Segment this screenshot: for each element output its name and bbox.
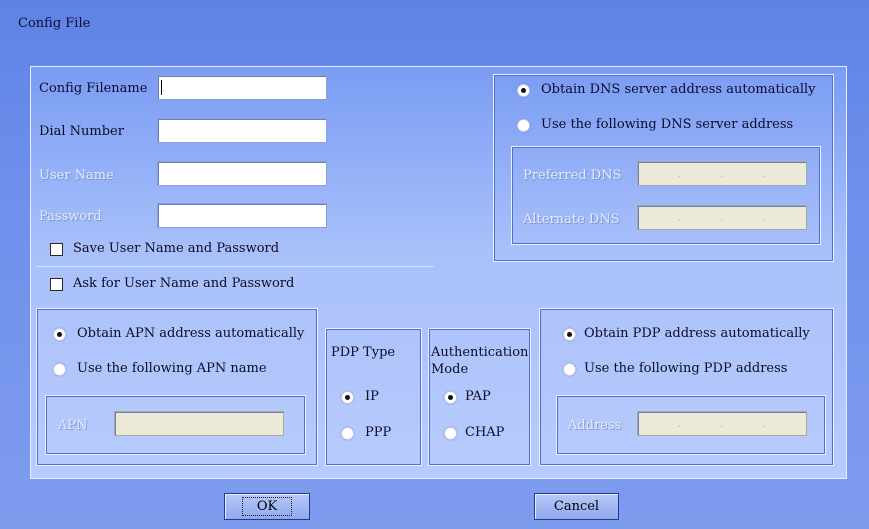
config-filename-label: Config Filename xyxy=(39,81,148,96)
ask-credentials-label: Ask for User Name and Password xyxy=(73,276,295,291)
user-name-label: User Name xyxy=(39,168,114,183)
pdp-type-ppp-label: PPP xyxy=(365,425,392,440)
password-input[interactable] xyxy=(157,203,327,228)
pdp-type-ppp-radio[interactable] xyxy=(341,427,354,440)
auth-pap-radio[interactable] xyxy=(444,391,457,404)
password-label: Password xyxy=(39,209,102,224)
auth-mode-title-line1: Authentication xyxy=(431,345,529,360)
cancel-button[interactable]: Cancel xyxy=(534,493,619,520)
save-credentials-checkbox[interactable] xyxy=(50,243,63,256)
ok-button[interactable]: OK xyxy=(224,493,310,520)
apn-manual-radio[interactable] xyxy=(53,363,66,376)
alternate-dns-label: Alternate DNS xyxy=(523,212,620,227)
dns-manual-radio[interactable] xyxy=(517,119,530,132)
window-title: Config File xyxy=(18,16,91,31)
apn-input[interactable] xyxy=(114,411,284,436)
apn-auto-label: Obtain APN address automatically xyxy=(77,326,305,341)
dial-number-label: Dial Number xyxy=(39,124,124,139)
apn-auto-radio[interactable] xyxy=(53,328,66,341)
auth-mode-title-line2: Mode xyxy=(431,362,469,377)
preferred-dns-input[interactable]: ... xyxy=(637,161,807,186)
pdp-type-ip-label: IP xyxy=(365,389,379,404)
pdp-address-input[interactable]: ... xyxy=(637,411,807,436)
alternate-dns-input[interactable]: ... xyxy=(637,205,807,230)
auth-chap-label: CHAP xyxy=(465,425,505,440)
dns-manual-label: Use the following DNS server address xyxy=(541,117,794,132)
dial-number-input[interactable] xyxy=(157,118,327,143)
ok-button-label: OK xyxy=(241,497,293,516)
apn-label: APN xyxy=(58,418,88,433)
pdp-type-ip-radio[interactable] xyxy=(341,391,354,404)
config-filename-input[interactable] xyxy=(157,75,327,100)
pdp-manual-radio[interactable] xyxy=(563,363,576,376)
save-credentials-label: Save User Name and Password xyxy=(73,241,280,256)
pdp-manual-label: Use the following PDP address xyxy=(584,361,788,376)
cancel-button-label: Cancel xyxy=(553,499,600,514)
preferred-dns-label: Preferred DNS xyxy=(523,168,622,183)
pdp-auto-label: Obtain PDP address automatically xyxy=(584,326,810,341)
dns-auto-label: Obtain DNS server address automatically xyxy=(541,82,816,97)
pdp-auto-radio[interactable] xyxy=(563,328,576,341)
auth-pap-label: PAP xyxy=(465,389,491,404)
auth-chap-radio[interactable] xyxy=(444,427,457,440)
ask-credentials-checkbox[interactable] xyxy=(50,278,63,291)
apn-manual-label: Use the following APN name xyxy=(77,361,267,376)
user-name-input[interactable] xyxy=(157,161,327,186)
dns-auto-radio[interactable] xyxy=(517,84,530,97)
section-divider xyxy=(36,266,434,267)
pdp-address-label: Address xyxy=(568,418,622,433)
pdp-type-title: PDP Type xyxy=(331,345,396,360)
